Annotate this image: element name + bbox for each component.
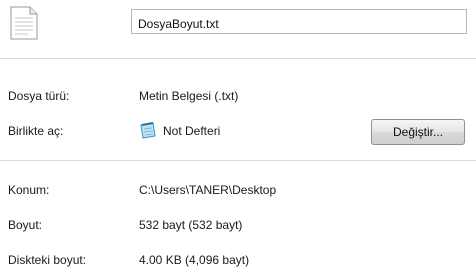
file-name-input[interactable] xyxy=(131,9,467,34)
file-type-label: Dosya türü: xyxy=(8,89,70,103)
file-type-value: Metin Belgesi (.txt) xyxy=(139,89,239,103)
size-on-disk-label: Diskteki boyut: xyxy=(8,253,87,267)
opens-with-label: Birlikte aç: xyxy=(8,124,64,138)
change-button[interactable]: Değiştir... xyxy=(371,119,465,145)
size-on-disk-value: 4.00 KB (4,096 bayt) xyxy=(139,253,250,267)
location-value: C:\Users\TANER\Desktop xyxy=(139,183,277,197)
notepad-icon xyxy=(139,121,157,139)
size-value: 532 bayt (532 bayt) xyxy=(139,218,243,232)
separator xyxy=(0,58,476,59)
size-label: Boyut: xyxy=(8,218,43,232)
text-document-icon xyxy=(8,6,40,40)
location-label: Konum: xyxy=(8,183,50,197)
opens-with-value: Not Defteri xyxy=(163,124,221,138)
file-properties-panel: Dosya türü: Metin Belgesi (.txt) Birlikt… xyxy=(0,0,476,278)
separator xyxy=(0,160,476,161)
